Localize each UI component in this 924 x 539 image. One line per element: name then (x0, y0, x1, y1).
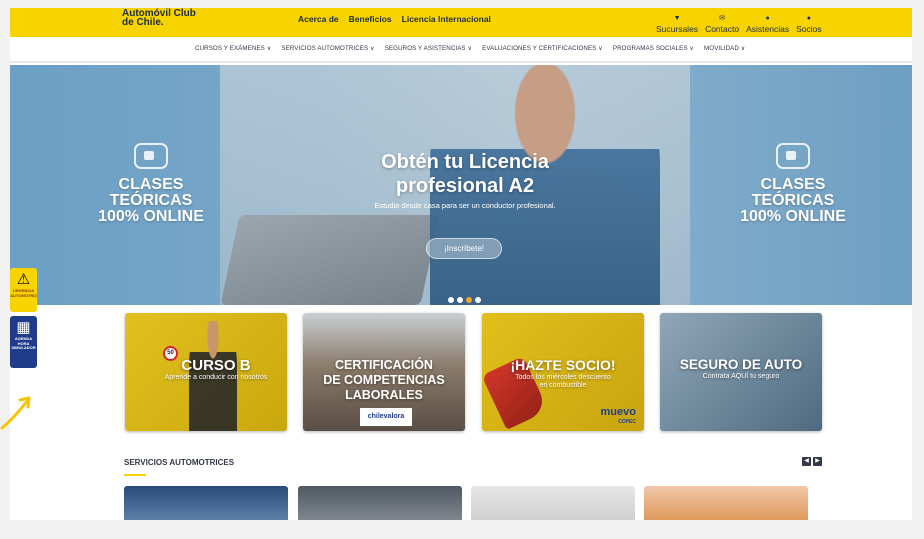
chilevalora-logo: chilevalora (360, 408, 412, 426)
nav-programas-sociales[interactable]: PROGRAMAS SOCIALES ∨ (613, 45, 694, 52)
site-logo[interactable]: Automóvil Club de Chile. (122, 9, 196, 28)
muevo-logo: muevo COPEC (601, 407, 636, 427)
card-socio-title: ¡HAZTE SOCIO! (510, 357, 616, 373)
services-title-underline (124, 474, 146, 476)
hero-banner[interactable]: CLASES TEÓRICAS 100% ONLINE CLASES TEÓRI… (10, 65, 912, 305)
hero-center-text: Obtén tu Licencia profesional A2 Estudia… (340, 150, 590, 210)
hero-title-line-2: profesional A2 (395, 175, 535, 197)
main-nav: CURSOS Y EXÁMENES ∨ SERVICIOS AUTOMOTRIC… (10, 37, 912, 63)
card-socio-sub-2: en combustible (539, 382, 587, 389)
card-certificacion[interactable]: CERTIFICACIÓN DE COMPETENCIAS LABORALES … (303, 313, 465, 431)
video-camera-icon (134, 143, 168, 169)
nav-items: CURSOS Y EXÁMENES ∨ SERVICIOS AUTOMOTRIC… (195, 45, 745, 52)
card-seguro-title: SEGURO DE AUTO (679, 357, 803, 372)
carousel-dot-3[interactable] (466, 297, 472, 303)
top-links: Acerca de Beneficios Licencia Internacio… (298, 14, 491, 24)
card-socio-subtitle: Todos los miércoles descuento en combust… (482, 374, 644, 390)
service-card-2[interactable] (298, 486, 462, 520)
page-bottom-margin (0, 520, 924, 539)
card-seguro-auto[interactable]: SEGURO DE AUTO Contrata AQUÍ tu seguro (660, 313, 822, 431)
pointer-arrow-icon (0, 396, 31, 430)
card-cert-title-1: CERTIFICACIÓN (335, 358, 433, 372)
nav-servicios-automotrices[interactable]: SERVICIOS AUTOMOTRICES ∨ (281, 45, 374, 52)
carousel-dots (448, 297, 481, 303)
service-card-1[interactable] (124, 486, 288, 520)
copec-label: COPEC (618, 419, 636, 425)
mail-icon: ✉ (719, 15, 726, 22)
services-next-button[interactable]: ▶ (813, 457, 822, 466)
link-acerca[interactable]: Acerca de (298, 14, 339, 24)
link-socios-label: Socios (796, 24, 822, 34)
card-socio-sub-1: Todos los miércoles descuento (515, 374, 611, 381)
link-contacto-label: Contacto (705, 24, 740, 34)
nav-cursos-examenes[interactable]: CURSOS Y EXÁMENES ∨ (195, 45, 271, 52)
phone-icon: ● (765, 15, 770, 22)
calendar-icon: ▦ (16, 319, 31, 336)
browser-viewport: Automóvil Club de Chile. Acerca de Benef… (10, 8, 912, 520)
link-contacto[interactable]: ✉ Contacto (705, 8, 739, 34)
card-cert-title: CERTIFICACIÓN DE COMPETENCIAS LABORALES (303, 358, 465, 403)
card-cert-title-2: DE COMPETENCIAS (323, 373, 445, 387)
link-asistencias[interactable]: ● Asistencias (746, 8, 789, 34)
video-camera-icon (776, 143, 810, 169)
hero-title-line-1: Obtén tu Licencia (381, 151, 549, 173)
warning-icon: ⚠ (16, 271, 31, 288)
hero-right-promo: CLASES TEÓRICAS 100% ONLINE (718, 143, 868, 225)
service-card-3[interactable] (471, 486, 635, 520)
top-bar: Automóvil Club de Chile. Acerca de Benef… (10, 8, 912, 37)
location-icon: ▼ (673, 15, 681, 22)
nav-evaluaciones-certificaciones[interactable]: EVALUACIONES Y CERTIFICACIONES ∨ (482, 45, 603, 52)
card-curso-b[interactable]: 50 CURSO B Aprende a conducir con nosotr… (125, 313, 287, 431)
hero-left-line-1: CLASES TEÓRICAS (109, 176, 193, 209)
services-section-title: SERVICIOS AUTOMOTRICES (124, 458, 235, 467)
agenda-hora-simulador-tab[interactable]: ▦ AGENDA HORA SIMULADOR (10, 316, 37, 368)
link-socios[interactable]: ● Socios (796, 8, 822, 34)
urgencia-automotriz-tab[interactable]: ⚠ URGENCIA AUTOMOTRIZ (10, 268, 37, 312)
service-card-4[interactable] (644, 486, 808, 520)
agenda-label: AGENDA HORA SIMULADOR (11, 336, 36, 351)
hero-laptop-image (220, 215, 440, 305)
hero-left-line-2: 100% ONLINE (98, 208, 204, 225)
link-asistencias-label: Asistencias (746, 24, 790, 34)
page-right-margin (912, 8, 924, 348)
inscribete-button[interactable]: ¡Inscríbete! (426, 238, 502, 259)
hero-left-promo: CLASES TEÓRICAS 100% ONLINE (76, 143, 226, 225)
top-right-links: ▼ Sucursales ✉ Contacto ● Asistencias ● … (656, 8, 822, 37)
services-prev-button[interactable]: ◀ (802, 457, 811, 466)
link-licencia-internacional[interactable]: Licencia Internacional (402, 14, 491, 24)
carousel-dot-4[interactable] (475, 297, 481, 303)
agenda-label-3: SIMULADOR (11, 345, 36, 351)
link-sucursales-label: Sucursales (656, 24, 699, 34)
link-sucursales[interactable]: ▼ Sucursales (656, 8, 698, 34)
card-curso-subtitle: Aprende a conducir con nosotros (164, 374, 268, 381)
nav-movilidad[interactable]: MOVILIDAD ∨ (704, 45, 745, 52)
logo-line-2: de Chile. (122, 17, 164, 28)
nav-seguros-asistencias[interactable]: SEGUROS Y ASISTENCIAS ∨ (385, 45, 472, 52)
hero-subtitle: Estudia desde casa para ser un conductor… (374, 201, 556, 210)
carousel-dot-2[interactable] (457, 297, 463, 303)
user-icon: ● (806, 15, 811, 22)
card-hazte-socio[interactable]: ¡HAZTE SOCIO! Todos los miércoles descue… (482, 313, 644, 431)
hero-right-line-1: CLASES TEÓRICAS (751, 176, 835, 209)
floating-side-tabs: ⚠ URGENCIA AUTOMOTRIZ ▦ AGENDA HORA SIMU… (10, 268, 37, 372)
carousel-dot-1[interactable] (448, 297, 454, 303)
link-beneficios[interactable]: Beneficios (349, 14, 392, 24)
card-cert-title-3: LABORALES (345, 388, 423, 402)
card-curso-title: CURSO B (181, 357, 251, 374)
urgencia-label: URGENCIA AUTOMOTRIZ (10, 288, 37, 298)
card-seguro-subtitle: Contrata AQUÍ tu seguro (702, 373, 780, 380)
hero-right-line-2: 100% ONLINE (740, 208, 846, 225)
